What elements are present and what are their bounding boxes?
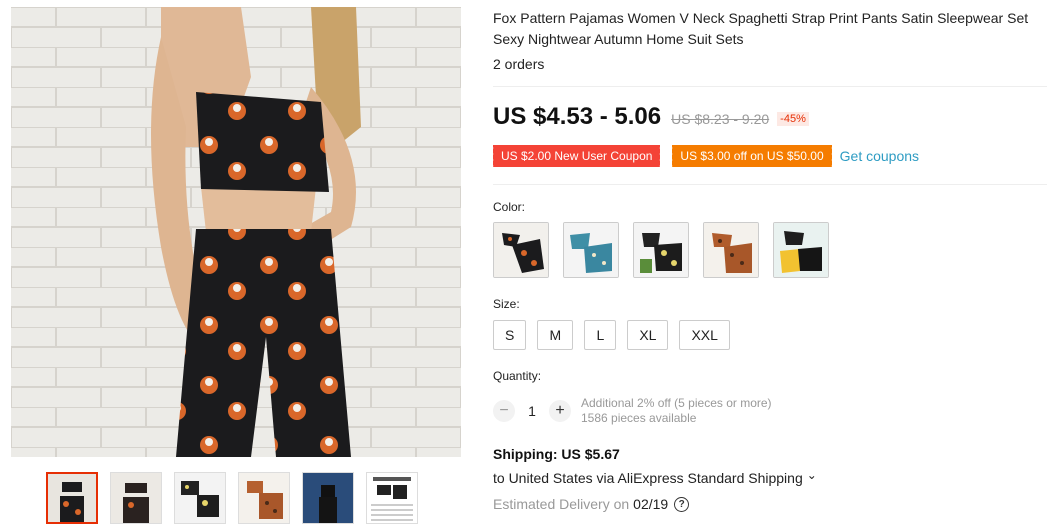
color-label: Color:: [493, 200, 526, 214]
product-title: Fox Pattern Pajamas Women V Neck Spaghet…: [493, 10, 1029, 47]
thumbnail-3[interactable]: [174, 472, 226, 524]
thumbnail-strip: [46, 472, 418, 524]
color-swatch-leopard[interactable]: [703, 222, 759, 278]
discount-badge: -45%: [777, 112, 809, 126]
quantity-info: Additional 2% off (5 pieces or more) 158…: [581, 396, 772, 426]
get-coupons-link[interactable]: Get coupons: [840, 148, 919, 164]
size-option-l[interactable]: L: [584, 320, 617, 350]
product-photo: [11, 7, 461, 457]
size-option-s[interactable]: S: [493, 320, 527, 350]
thumbnail-5[interactable]: [302, 472, 354, 524]
store-coupon[interactable]: US $3.00 off on US $50.00: [670, 145, 832, 167]
thumbnail-6-size-chart[interactable]: [366, 472, 418, 524]
main-product-image[interactable]: [11, 7, 461, 457]
divider: [493, 86, 1047, 87]
new-user-coupon[interactable]: US $2.00 New User Coupon: [490, 145, 661, 167]
color-swatch-black-print[interactable]: [633, 222, 689, 278]
color-swatch-fox-print[interactable]: [493, 222, 549, 278]
thumbnail-4[interactable]: [238, 472, 290, 524]
size-options: S M L XL XXL: [493, 320, 730, 350]
size-label: Size:: [493, 297, 520, 311]
size-option-xl[interactable]: XL: [627, 320, 669, 350]
thumbnail-2[interactable]: [110, 472, 162, 524]
color-swatch-blue-print[interactable]: [563, 222, 619, 278]
coupon-row: US $2.00 New User Coupon US $3.00 off on…: [490, 145, 919, 167]
help-icon[interactable]: ?: [674, 496, 690, 512]
quantity-input[interactable]: 1: [515, 403, 549, 419]
delivery-date: 02/19: [633, 496, 669, 512]
original-price: US $8.23 - 9.20: [671, 111, 770, 127]
color-swatches: [493, 222, 829, 278]
stock-available-text: 1586 pieces available: [581, 411, 697, 425]
thumbnail-1[interactable]: [46, 472, 98, 524]
shipping-cost: Shipping: US $5.67: [493, 446, 620, 462]
size-option-xxl[interactable]: XXL: [679, 320, 730, 350]
price-row: US $4.53 - 5.06 US $8.23 - 9.20 -45%: [493, 103, 809, 131]
order-count: 2 orders: [493, 56, 545, 72]
divider: [493, 184, 1047, 185]
delivery-label: Estimated Delivery on: [493, 496, 630, 512]
estimated-delivery: Estimated Delivery on 02/19 ?: [493, 496, 690, 512]
quantity-stepper: − 1 + Additional 2% off (5 pieces or mor…: [493, 396, 772, 426]
quantity-label: Quantity:: [493, 369, 542, 383]
current-price: US $4.53 - 5.06: [493, 103, 662, 130]
shipping-method-text: to United States via AliExpress Standard…: [493, 470, 803, 486]
quantity-decrease-button[interactable]: −: [493, 400, 515, 422]
quantity-increase-button[interactable]: +: [549, 400, 571, 422]
color-swatch-black-yellow[interactable]: [773, 222, 829, 278]
size-option-m[interactable]: M: [537, 320, 574, 350]
shipping-method-selector[interactable]: to United States via AliExpress Standard…: [493, 468, 817, 486]
chevron-down-icon: ⌄: [806, 468, 817, 482]
bulk-discount-text: Additional 2% off (5 pieces or more): [581, 396, 772, 410]
